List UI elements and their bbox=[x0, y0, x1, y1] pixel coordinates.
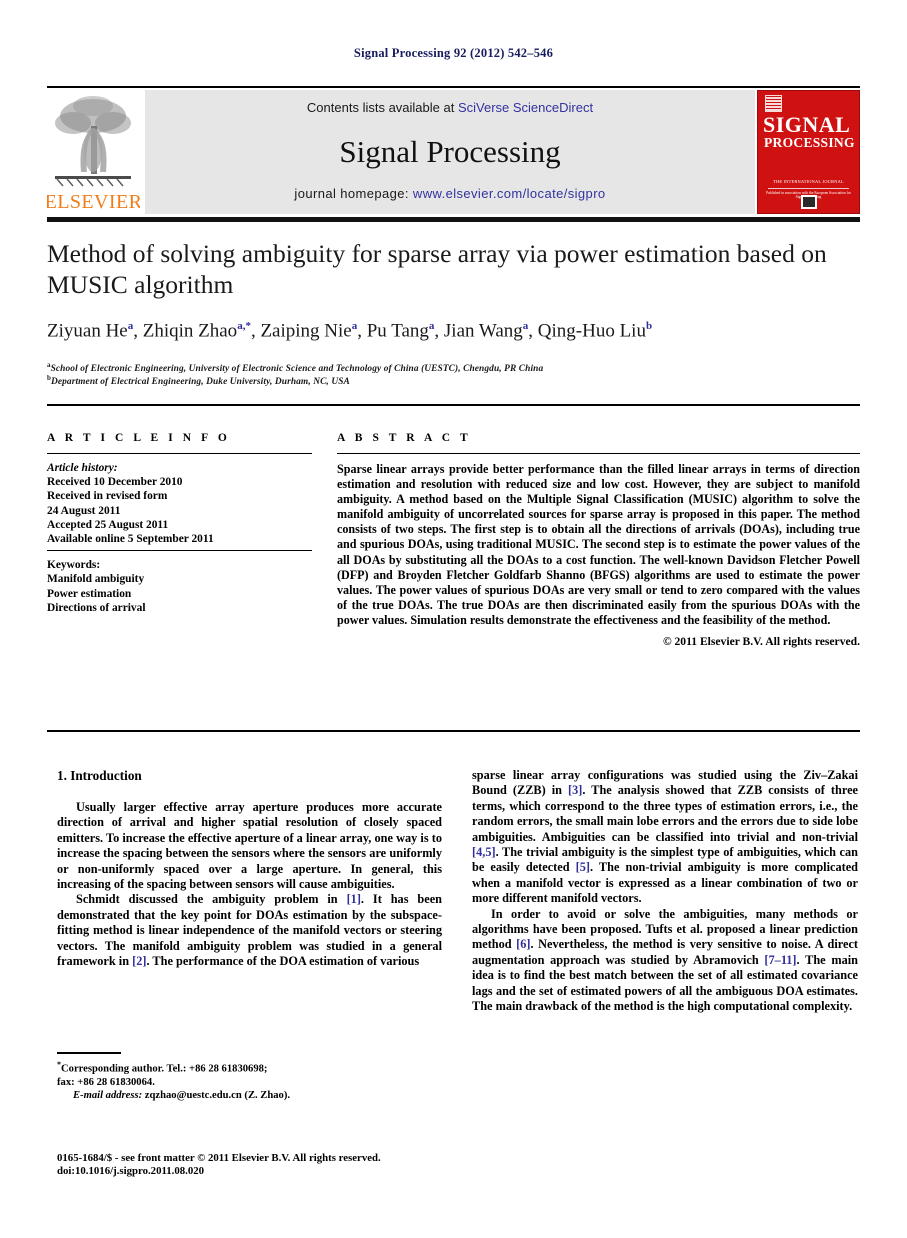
paragraph: sparse linear array configurations was s… bbox=[472, 768, 858, 906]
history-item: Received in revised form bbox=[47, 490, 168, 503]
abstract-rule bbox=[337, 453, 860, 454]
doi-line: doi:10.1016/j.sigpro.2011.08.020 bbox=[57, 1165, 205, 1178]
contents-prefix: Contents lists available at bbox=[306, 100, 458, 115]
abstract-heading: A B S T R A C T bbox=[337, 432, 472, 444]
issn-line: 0165-1684/$ - see front matter © 2011 El… bbox=[57, 1152, 381, 1164]
affiliation-b: bDepartment of Electrical Engineering, D… bbox=[47, 374, 857, 387]
journal-homepage-line: journal homepage: www.elsevier.com/locat… bbox=[145, 186, 755, 201]
keywords-label: Keywords: bbox=[47, 559, 101, 572]
article-info-heading: A R T I C L E I N F O bbox=[47, 432, 231, 444]
homepage-prefix: journal homepage: bbox=[294, 186, 413, 201]
author-name: Zhiqin Zhao bbox=[142, 320, 238, 342]
author-list: Ziyuan Hea, Zhiqin Zhaoa,*, Zaiping Niea… bbox=[47, 320, 653, 342]
page-title: Method of solving ambiguity for sparse a… bbox=[47, 239, 827, 299]
cover-society-logo-icon bbox=[800, 195, 817, 209]
author-affiliation-mark: b bbox=[645, 320, 653, 332]
citation-reference[interactable]: [2] bbox=[132, 954, 146, 968]
elsevier-wordmark: ELSEVIER bbox=[47, 191, 140, 213]
elsevier-tree-icon bbox=[55, 96, 131, 187]
author-affiliation-mark: a bbox=[428, 320, 435, 332]
journal-title: Signal Processing bbox=[339, 134, 561, 169]
body-column-left: 1. Introduction Usually larger effective… bbox=[57, 768, 442, 969]
author-name: Ziyuan He bbox=[47, 320, 128, 342]
contents-available-line: Contents lists available at SciVerse Sci… bbox=[145, 100, 755, 115]
section-heading-introduction: 1. Introduction bbox=[57, 768, 142, 783]
abstract-bottom-rule bbox=[47, 730, 860, 732]
keyword-item: Manifold ambiguity bbox=[47, 573, 145, 586]
footnote-rule bbox=[57, 1052, 121, 1054]
keywords-block: Keywords: Manifold ambiguity Power estim… bbox=[47, 558, 312, 615]
running-head: Signal Processing 92 (2012) 542–546 bbox=[353, 46, 554, 60]
author-name: Qing-Huo Liu bbox=[537, 320, 646, 342]
history-item: Available online 5 September 2011 bbox=[47, 533, 214, 546]
banner-bottom-rule bbox=[47, 217, 860, 222]
author-affiliation-mark: a bbox=[127, 320, 134, 332]
citation-reference[interactable]: [6] bbox=[516, 937, 530, 951]
homepage-url-link[interactable]: www.elsevier.com/locate/sigpro bbox=[413, 186, 606, 201]
email-value[interactable]: zqzhao@uestc.edu.cn (Z. Zhao). bbox=[142, 1090, 290, 1101]
cover-title-line2: PROCESSING bbox=[764, 135, 855, 150]
article-history-label: Article history: bbox=[47, 462, 118, 474]
affiliation-a: aSchool of Electronic Engineering, Unive… bbox=[47, 361, 857, 374]
journal-banner: ELSEVIER Contents lists available at Sci… bbox=[47, 88, 860, 216]
corresponding-line-1: Corresponding author. Tel.: +86 28 61830… bbox=[61, 1063, 268, 1075]
paragraph: In order to avoid or solve the ambiguiti… bbox=[472, 906, 858, 1014]
history-item: Accepted 25 August 2011 bbox=[47, 518, 169, 531]
info-top-rule bbox=[47, 404, 860, 406]
article-history-block: Article history: Received 10 December 20… bbox=[47, 461, 312, 546]
abstract-column: A B S T R A C T Sparse linear arrays pro… bbox=[337, 432, 860, 648]
elsevier-logo: ELSEVIER bbox=[47, 90, 140, 216]
citation-reference[interactable]: [4,5] bbox=[472, 845, 496, 859]
cover-title-line1: SIGNAL bbox=[763, 112, 851, 137]
paper-page: Signal Processing 92 (2012) 542–546 ELSE… bbox=[0, 0, 907, 1238]
article-info-rule bbox=[47, 453, 312, 454]
history-item: 24 August 2011 bbox=[47, 504, 121, 517]
abstract-text: Sparse linear arrays provide better perf… bbox=[337, 462, 860, 627]
citation-reference[interactable]: [3] bbox=[568, 783, 582, 797]
body-column-right: sparse linear array configurations was s… bbox=[472, 768, 858, 1015]
article-info-column: A R T I C L E I N F O Article history: R… bbox=[47, 432, 312, 615]
keyword-item: Power estimation bbox=[47, 587, 132, 600]
affiliation-text: Department of Electrical Engineering, Du… bbox=[51, 377, 350, 388]
email-line: E-mail address: zqzhao@uestc.edu.cn (Z. … bbox=[57, 1089, 447, 1102]
abstract-copyright: © 2011 Elsevier B.V. All rights reserved… bbox=[662, 635, 860, 649]
author-name: Pu Tang bbox=[366, 320, 429, 342]
author-affiliation-mark: a bbox=[522, 320, 529, 332]
cover-subtitle-1: THE INTERNATIONAL JOURNAL bbox=[773, 179, 844, 184]
email-label: E-mail address: bbox=[73, 1090, 143, 1102]
citation-reference[interactable]: [5] bbox=[576, 860, 590, 874]
paragraph: Schmidt discussed the ambiguity problem … bbox=[57, 892, 442, 969]
banner-center-panel: Contents lists available at SciVerse Sci… bbox=[145, 90, 755, 214]
citation-reference[interactable]: [7–11] bbox=[764, 953, 796, 967]
corresponding-line-2: fax: +86 28 61830064. bbox=[57, 1076, 155, 1088]
keywords-rule bbox=[47, 550, 312, 552]
citation-reference[interactable]: [1] bbox=[347, 892, 361, 906]
cover-barcode-icon bbox=[765, 95, 782, 112]
sciencedirect-link[interactable]: SciVerse ScienceDirect bbox=[458, 100, 593, 115]
affiliation-text: School of Electronic Engineering, Univer… bbox=[50, 364, 544, 375]
journal-cover-image: SIGNAL PROCESSING THE INTERNATIONAL JOUR… bbox=[757, 90, 860, 214]
keyword-item: Directions of arrival bbox=[47, 601, 146, 614]
author-name: Jian Wang bbox=[443, 320, 523, 342]
history-item: Received 10 December 2010 bbox=[47, 476, 183, 489]
issn-block: 0165-1684/$ - see front matter © 2011 El… bbox=[57, 1152, 477, 1179]
author-affiliation-mark: a bbox=[351, 320, 358, 332]
author-affiliation-mark: a,* bbox=[237, 320, 251, 332]
author-name: Zaiping Nie bbox=[260, 320, 352, 342]
cover-divider bbox=[768, 188, 849, 189]
corresponding-author-footnote: *Corresponding author. Tel.: +86 28 6183… bbox=[57, 1058, 447, 1103]
paragraph: Usually larger effective array aperture … bbox=[57, 800, 442, 892]
